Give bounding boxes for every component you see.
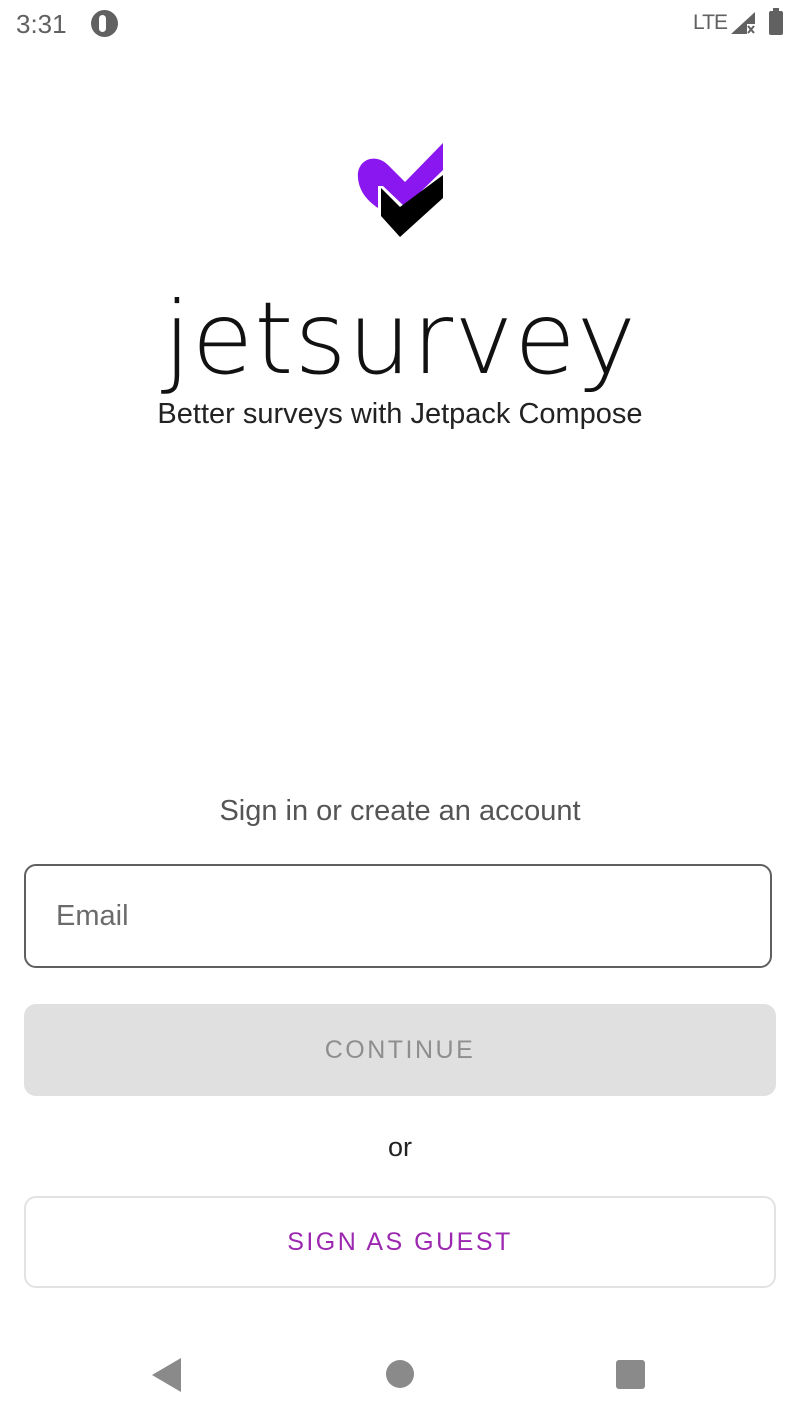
app-notification-icon xyxy=(91,10,118,37)
email-field[interactable] xyxy=(24,864,772,968)
email-input[interactable] xyxy=(26,866,770,966)
status-time: 3:31 xyxy=(16,9,67,39)
or-divider-text: or xyxy=(387,1132,412,1162)
continue-button[interactable]: CONTINUE xyxy=(24,1004,776,1096)
home-icon[interactable] xyxy=(386,1360,414,1388)
jetsurvey-logo xyxy=(357,143,443,237)
sign-as-guest-button[interactable]: SIGN AS GUEST xyxy=(24,1196,776,1288)
navigation-bar xyxy=(0,1326,800,1421)
brand-tagline: Better surveys with Jetpack Compose xyxy=(157,398,643,430)
signin-heading: Sign in or create an account xyxy=(219,795,581,827)
back-icon[interactable] xyxy=(152,1358,181,1392)
brand-wordmark: jetsurvey xyxy=(163,280,637,397)
status-bar: 3:31 LTE xyxy=(0,0,800,48)
network-type: LTE xyxy=(693,11,728,34)
signal-icon xyxy=(731,12,755,34)
battery-icon xyxy=(769,8,783,35)
recents-icon[interactable] xyxy=(616,1360,645,1389)
